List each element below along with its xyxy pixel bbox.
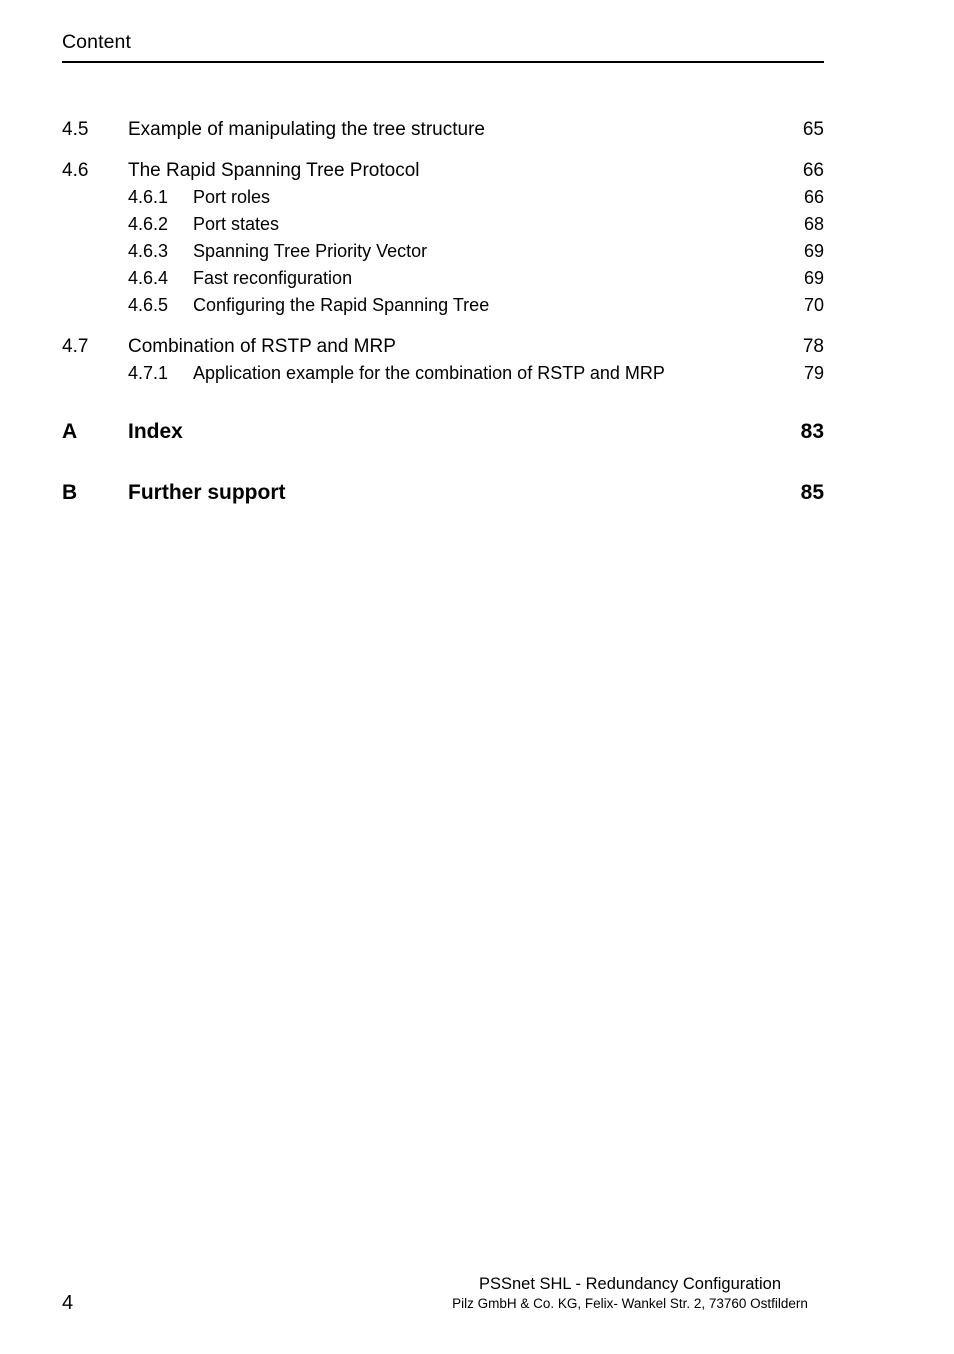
toc-entry-number: 4.6.3 <box>128 241 169 261</box>
toc-entry[interactable]: 4.6 The Rapid Spanning Tree Protocol 66 <box>62 157 824 184</box>
toc-entry-number: 4.6.1 <box>128 187 169 207</box>
toc-entry-number: 4.6.5 <box>128 295 169 315</box>
toc-entry[interactable]: 4.7 Combination of RSTP and MRP 78 <box>62 333 824 360</box>
footer-document-title: PSSnet SHL - Redundancy Configuration <box>478 1275 782 1293</box>
toc-entry-number: 4.5 <box>62 119 89 140</box>
toc-entry-number: 4.6.4 <box>128 268 169 288</box>
header-divider <box>62 61 824 64</box>
footer-page-number: 4 <box>62 1292 74 1314</box>
toc-entry-title: Application example for the combination … <box>193 363 665 383</box>
toc-entry-page-number: 79 <box>803 363 824 383</box>
page-title: Content <box>62 31 131 53</box>
footer-company-address: Pilz GmbH & Co. KG, Felix- Wankel Str. 2… <box>452 1296 808 1311</box>
toc-entry-title: Fast reconfiguration <box>193 268 353 288</box>
toc-entry-title: Spanning Tree Priority Vector <box>193 241 428 261</box>
toc-entry-page-number: 65 <box>802 119 824 140</box>
toc-entry-page-number: 68 <box>803 214 824 234</box>
toc-entry-page-number: 78 <box>802 336 824 357</box>
toc-entry-number: B <box>62 481 78 504</box>
toc-entry-title: Port roles <box>193 187 271 207</box>
toc-entry[interactable]: 4.6.1 Port roles 66 <box>62 184 824 211</box>
toc-entry-number: 4.7 <box>62 336 89 357</box>
toc-entry-title: Index <box>128 420 183 443</box>
toc-entry-page-number: 66 <box>802 160 824 181</box>
footer-block: PSSnet SHL - Redundancy Configuration Pi… <box>380 1274 880 1313</box>
toc-entry-title: Combination of RSTP and MRP <box>128 336 396 357</box>
document-page: Content 4.5 Example of manipulating the t… <box>0 0 954 1354</box>
toc-entry-number: 4.6.2 <box>128 214 169 234</box>
toc-entry-page-number: 83 <box>800 420 824 443</box>
toc-entry[interactable]: 4.5 Example of manipulating the tree stru… <box>62 116 824 143</box>
toc-entry-number: A <box>62 420 78 443</box>
toc-entry-title: The Rapid Spanning Tree Protocol <box>128 160 420 181</box>
toc-entry[interactable]: 4.6.3 Spanning Tree Priority Vector 69 <box>62 238 824 265</box>
toc-entry-page-number: 85 <box>800 481 824 504</box>
toc-entry[interactable]: 4.6.5 Configuring the Rapid Spanning Tree… <box>62 292 824 319</box>
toc-entry-title: Port states <box>193 214 280 234</box>
toc-entry-page-number: 69 <box>803 268 824 288</box>
toc-entry-page-number: 66 <box>803 187 824 207</box>
toc-entry[interactable]: A Index 83 <box>62 416 824 448</box>
table-of-contents: 4.5 Example of manipulating the tree stru… <box>62 116 824 509</box>
toc-entry[interactable]: 4.6.2 Port states 68 <box>62 211 824 238</box>
toc-entry-title: Further support <box>128 481 286 504</box>
toc-entry[interactable]: 4.6.4 Fast reconfiguration 69 <box>62 265 824 292</box>
toc-entry[interactable]: 4.7.1 Application example for the combina… <box>62 360 824 387</box>
toc-entry-title: Configuring the Rapid Spanning Tree <box>193 295 490 315</box>
toc-entry[interactable]: B Further support 85 <box>62 477 824 509</box>
page-header: Content <box>62 30 824 54</box>
toc-entry-page-number: 69 <box>803 241 824 261</box>
toc-entry-number: 4.7.1 <box>128 363 169 383</box>
toc-entry-number: 4.6 <box>62 160 89 181</box>
toc-entry-page-number: 70 <box>803 295 824 315</box>
toc-entry-title: Example of manipulating the tree structu… <box>128 119 485 140</box>
